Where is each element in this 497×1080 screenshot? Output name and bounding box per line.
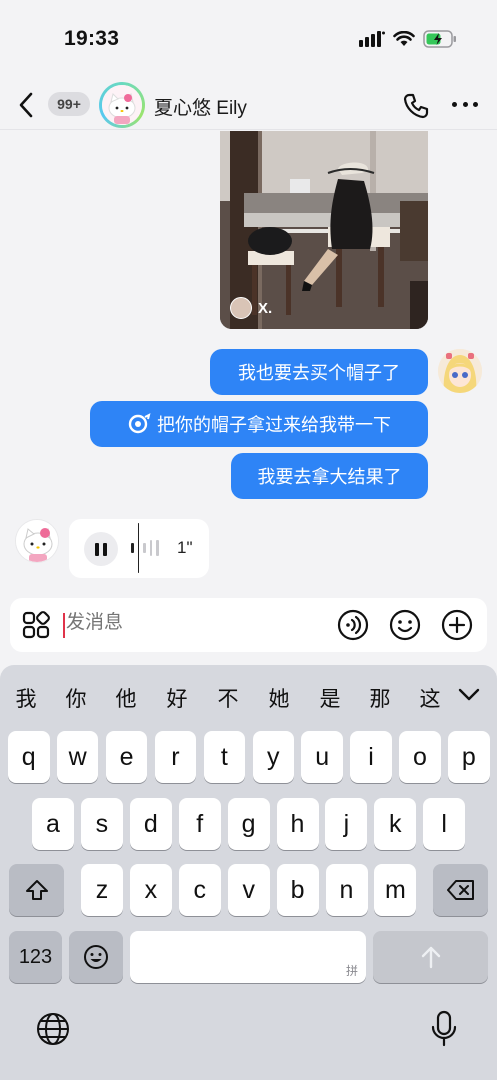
message-text: 我要去拿大结果了 (257, 467, 402, 488)
sticker-reply-icon (128, 413, 151, 434)
candidate-word[interactable]: 他 (112, 683, 140, 713)
backspace-icon (446, 880, 474, 900)
hello-kitty-avatar-image (102, 85, 142, 125)
wifi-icon (393, 31, 415, 46)
numbers-key-label: 123 (18, 945, 53, 968)
emoji-icon (389, 609, 421, 641)
apps-button[interactable] (22, 611, 50, 639)
more-button[interactable] (452, 102, 478, 108)
call-button[interactable] (402, 92, 430, 120)
back-arrow-icon (19, 92, 33, 118)
send-arrow-icon (421, 946, 440, 969)
voice-input-button[interactable] (337, 609, 369, 641)
letter-key[interactable]: b (276, 864, 319, 916)
letter-key[interactable]: f (178, 798, 221, 850)
chat-header: 99+ 夏心悠 Eily (0, 80, 497, 130)
contact-avatar-small[interactable] (15, 519, 59, 563)
voice-icon (337, 609, 369, 641)
battery-icon (423, 30, 456, 48)
more-dots-icon (452, 102, 457, 107)
letter-key[interactable]: i (350, 731, 392, 783)
letter-key[interactable]: g (227, 798, 270, 850)
letter-key[interactable]: w (56, 731, 99, 783)
letter-key[interactable]: c (178, 864, 221, 916)
letter-key[interactable]: k (374, 798, 417, 850)
photo-overlay: X. (230, 297, 272, 319)
microphone-icon[interactable] (430, 1010, 458, 1048)
my-avatar[interactable] (438, 349, 482, 393)
letter-key[interactable]: h (276, 798, 319, 850)
photo-author-tag: X. (258, 299, 273, 317)
unread-badge[interactable]: 99+ (48, 92, 90, 116)
letter-key[interactable]: m (374, 864, 417, 916)
pause-icon (95, 542, 99, 556)
pinyin-hint: 拼 (345, 964, 358, 978)
author-mini-avatar (230, 297, 252, 319)
hello-kitty-avatar-image (16, 520, 58, 562)
anime-girl-avatar-image (438, 349, 482, 393)
pause-button[interactable] (84, 532, 118, 566)
outgoing-message-bubble[interactable]: 我也要去买个帽子了 (210, 349, 428, 395)
status-icons (359, 30, 457, 48)
phone-icon (403, 93, 429, 119)
letter-key[interactable]: t (203, 731, 246, 783)
photo-message[interactable]: X. (220, 131, 428, 329)
letter-key[interactable]: a (32, 798, 74, 850)
candidate-word[interactable]: 她 (265, 683, 293, 713)
signal-icon (359, 31, 385, 47)
candidate-word[interactable]: 你 (62, 683, 90, 713)
letter-key[interactable]: n (325, 864, 368, 916)
letter-key[interactable]: y (252, 731, 294, 783)
letter-key[interactable]: e (105, 731, 148, 783)
letter-key[interactable]: s (80, 798, 123, 850)
candidate-word[interactable]: 不 (214, 683, 242, 713)
letter-key[interactable]: j (325, 798, 368, 850)
contact-avatar[interactable] (99, 82, 145, 128)
shift-key[interactable] (9, 864, 64, 916)
letter-key[interactable]: u (301, 731, 343, 783)
voice-duration: 1" (177, 538, 193, 557)
candidate-word[interactable]: 是 (316, 683, 344, 713)
apps-grid-icon (22, 611, 50, 639)
candidate-word[interactable]: 这 (416, 683, 444, 713)
candidate-word[interactable]: 好 (163, 683, 191, 713)
outgoing-message-bubble[interactable]: 我要去拿大结果了 (231, 453, 428, 499)
letter-key[interactable]: o (399, 731, 441, 783)
backspace-key[interactable] (433, 864, 488, 916)
voice-message-bubble[interactable]: 1" (69, 519, 209, 578)
letter-key[interactable]: v (227, 864, 270, 916)
letter-key[interactable]: z (81, 864, 123, 916)
numbers-key[interactable]: 123 (9, 931, 62, 983)
candidate-bar: 我你他好不她是那这 (0, 665, 497, 727)
message-text: 把你的帽子拿过来给我带一下 (157, 415, 391, 436)
emoji-button[interactable] (389, 609, 421, 641)
plus-icon (441, 609, 473, 641)
chevron-down-icon[interactable] (457, 687, 481, 703)
plus-button[interactable] (441, 609, 473, 641)
letter-key[interactable]: d (129, 798, 172, 850)
globe-icon[interactable] (36, 1012, 70, 1046)
letter-key[interactable]: l (423, 798, 466, 850)
letter-key[interactable]: r (154, 731, 197, 783)
contact-name[interactable]: 夏心悠 Eily (154, 93, 247, 120)
message-input-bar (10, 598, 487, 652)
letter-key[interactable]: p (448, 731, 490, 783)
outgoing-message-bubble[interactable]: 把你的帽子拿过来给我带一下 (90, 401, 428, 447)
message-text: 我也要去买个帽子了 (238, 363, 400, 384)
letter-key[interactable]: q (8, 731, 50, 783)
candidate-word[interactable]: 我 (12, 683, 40, 713)
message-input[interactable] (66, 612, 316, 634)
status-time: 19:33 (64, 27, 120, 50)
emoji-key-icon (84, 945, 108, 969)
text-cursor (63, 613, 65, 638)
shift-icon (25, 880, 48, 900)
emoji-key[interactable] (69, 931, 123, 983)
status-bar: 19:33 (0, 0, 497, 80)
voice-waveform (131, 523, 159, 573)
candidate-word[interactable]: 那 (366, 683, 394, 713)
send-key[interactable] (373, 931, 488, 983)
space-key[interactable]: 拼 (130, 931, 366, 983)
letter-key[interactable]: x (129, 864, 172, 916)
back-button[interactable] (18, 90, 42, 120)
